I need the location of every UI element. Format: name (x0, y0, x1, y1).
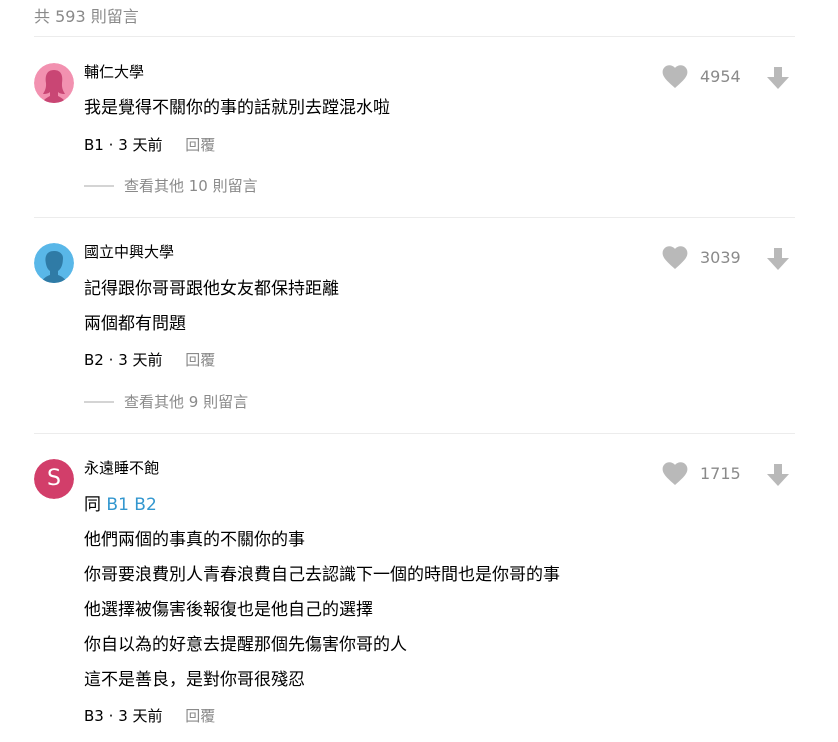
like-button[interactable]: 4954 (662, 65, 741, 89)
meta-separator: · (108, 136, 114, 154)
avatar-letter[interactable]: S (34, 459, 74, 499)
dislike-button[interactable] (766, 247, 790, 275)
female-avatar-icon (34, 63, 74, 103)
meta-separator: · (108, 351, 114, 369)
reply-button[interactable]: 回覆 (185, 136, 215, 154)
header-divider (34, 36, 795, 37)
comment-line: 我是覺得不關你的事的話就別去蹚混水啦 (84, 98, 390, 118)
floor-number: B3 (84, 707, 104, 725)
comment-author[interactable]: 國立中興大學 (84, 241, 174, 263)
avatar-male[interactable] (34, 243, 74, 283)
comment-line: 你哥要浪費別人青春浪費自己去認識下一個的時間也是你哥的事 (84, 565, 560, 585)
comment-b2: 國立中興大學 記得跟你哥哥跟他女友都保持距離 兩個都有問題 B2 · 3 天前 … (34, 243, 795, 423)
like-button[interactable]: 1715 (662, 462, 741, 486)
comment-body: 同 B1 B2 他們兩個的事真的不關你的事 你哥要浪費別人青春浪費自己去認識下一… (84, 488, 560, 698)
comment-b1: 輔仁大學 我是覺得不關你的事的話就別去蹚混水啦 B1 · 3 天前 回覆 查看其… (34, 63, 795, 213)
timestamp: 3 天前 (118, 707, 163, 725)
reply-button[interactable]: 回覆 (185, 707, 215, 725)
comment-line: 你自以為的好意去提醒那個先傷害你哥的人 (84, 635, 407, 655)
reply-button[interactable]: 回覆 (185, 351, 215, 369)
like-button[interactable]: 3039 (662, 246, 741, 270)
comment-meta: B1 · 3 天前 回覆 (84, 134, 215, 156)
meta-separator: · (108, 707, 114, 725)
comment-count-header: 共 593 則留言 (34, 7, 139, 26)
comment-author[interactable]: 輔仁大學 (84, 61, 144, 83)
dislike-button[interactable] (766, 66, 790, 94)
comment-line: 兩個都有問題 (84, 314, 186, 334)
comment-line: 這不是善良，是對你哥很殘忍 (84, 670, 305, 690)
comment-line-with-refs: 同 B1 B2 (84, 488, 560, 523)
heart-icon (662, 462, 688, 485)
floor-number: B2 (84, 351, 104, 369)
floor-number: B1 (84, 136, 104, 154)
view-more-replies[interactable]: 查看其他 10 則留言 (84, 175, 258, 197)
comment-line: 他選擇被傷害後報復也是他自己的選擇 (84, 600, 373, 620)
reply-prefix: 同 (84, 495, 107, 515)
view-more-label: 查看其他 10 則留言 (124, 177, 258, 195)
comment-line: 他們兩個的事真的不關你的事 (84, 530, 305, 550)
comment-meta: B3 · 3 天前 回覆 (84, 705, 215, 727)
like-count: 1715 (700, 464, 741, 483)
timestamp: 3 天前 (118, 351, 163, 369)
avatar-female[interactable] (34, 63, 74, 103)
arrow-down-icon (767, 248, 789, 270)
heart-icon (662, 246, 688, 269)
comment-meta: B2 · 3 天前 回覆 (84, 349, 215, 371)
dash-divider (84, 185, 114, 187)
like-count: 3039 (700, 248, 741, 267)
avatar-initial: S (47, 466, 61, 491)
arrow-down-icon (767, 464, 789, 486)
comment-body: 記得跟你哥哥跟他女友都保持距離 兩個都有問題 (84, 272, 339, 342)
comment-divider (34, 217, 795, 218)
like-count: 4954 (700, 67, 741, 86)
dash-divider (84, 401, 114, 403)
floor-reference-link[interactable]: B1 B2 (106, 495, 156, 515)
view-more-replies[interactable]: 查看其他 9 則留言 (84, 391, 248, 413)
comment-line: 記得跟你哥哥跟他女友都保持距離 (84, 279, 339, 299)
view-more-label: 查看其他 9 則留言 (124, 393, 249, 411)
comment-author[interactable]: 永遠睡不飽 (84, 457, 159, 479)
male-avatar-icon (34, 243, 74, 283)
dislike-button[interactable] (766, 463, 790, 491)
arrow-down-icon (767, 67, 789, 89)
comment-body: 我是覺得不關你的事的話就別去蹚混水啦 (84, 91, 390, 126)
comment-divider (34, 433, 795, 434)
letter-avatar-icon: S (34, 459, 74, 499)
comment-b3: S 永遠睡不飽 同 B1 B2 他們兩個的事真的不關你的事 你哥要浪費別人青春浪… (34, 459, 795, 742)
timestamp: 3 天前 (118, 136, 163, 154)
heart-icon (662, 65, 688, 88)
